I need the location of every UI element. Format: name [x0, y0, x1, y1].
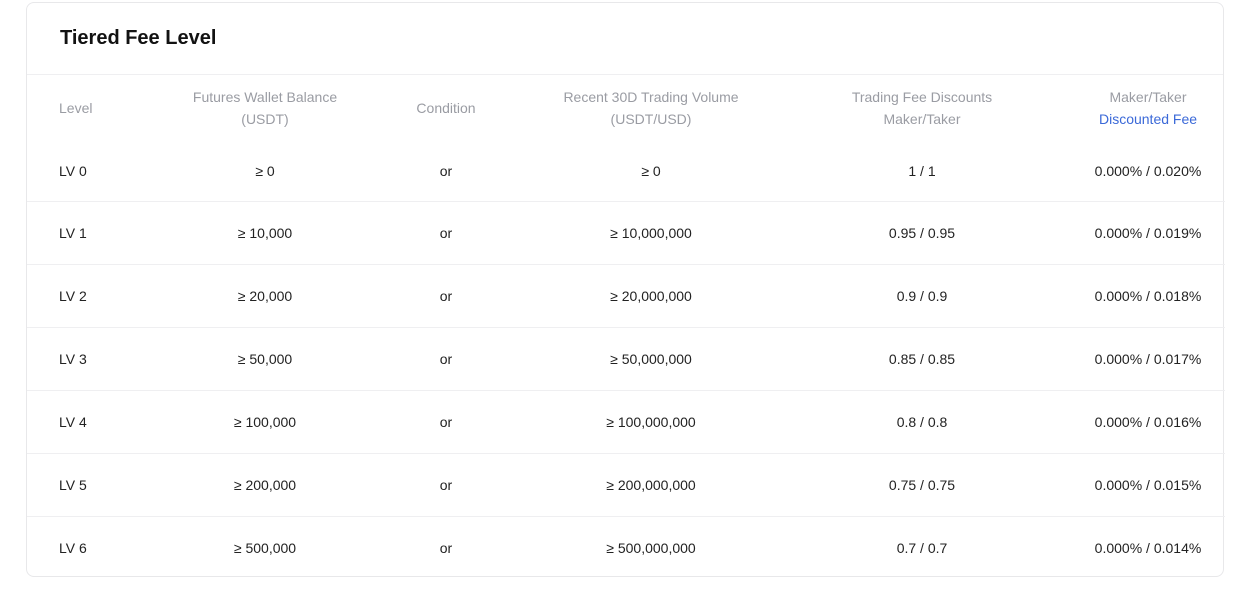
table-row: LV 1 ≥ 10,000 or ≥ 10,000,000 0.95 / 0.9…: [27, 201, 1225, 265]
header-condition: Condition: [363, 75, 529, 141]
cell-fee: 0.000% / 0.016%: [1071, 390, 1225, 454]
discounted-fee-link[interactable]: Discounted Fee: [1071, 108, 1225, 130]
header-row: Level Futures Wallet Balance (USDT) Cond…: [27, 75, 1225, 141]
cell-condition: or: [439, 540, 453, 556]
cell-condition: or: [363, 327, 529, 391]
cell-fee: 0.000% / 0.017%: [1071, 327, 1225, 391]
cell-condition: or: [363, 201, 529, 265]
cell-balance: ≥ 500,000: [233, 540, 297, 556]
cell-volume: ≥ 10,000,000: [529, 201, 773, 265]
cell-discount: 0.85 / 0.85: [773, 327, 1071, 391]
cell-discount: 0.9 / 0.9: [773, 264, 1071, 328]
cell-volume: ≥ 20,000,000: [529, 264, 773, 328]
header-discount-line2: Maker/Taker: [883, 111, 961, 127]
cell-balance: ≥ 50,000: [167, 327, 363, 391]
table-row: LV 5 ≥ 200,000 or ≥ 200,000,000 0.75 / 0…: [27, 453, 1225, 517]
cell-condition: or: [363, 141, 529, 202]
cell-volume: ≥ 0: [529, 141, 773, 202]
cell-condition: or: [363, 453, 529, 517]
cell-volume: ≥ 500,000,000: [606, 540, 696, 556]
cell-fee: 0.000% / 0.014%: [1094, 540, 1202, 556]
table-row: LV 3 ≥ 50,000 or ≥ 50,000,000 0.85 / 0.8…: [27, 327, 1225, 391]
header-volume: Recent 30D Trading Volume (USDT/USD): [529, 75, 773, 141]
cell-level: LV 2: [27, 264, 167, 328]
header-fee-line1: Maker/Taker: [1109, 89, 1187, 105]
fee-level-card: Tiered Fee Level Level Futures Wallet Ba…: [26, 2, 1225, 579]
cell-fee: 0.000% / 0.015%: [1071, 453, 1225, 517]
cell-level: LV 1: [27, 201, 167, 265]
header-level: Level: [27, 75, 167, 141]
cell-discount: 1 / 1: [773, 141, 1071, 202]
header-volume-line1: Recent 30D Trading Volume: [563, 89, 739, 105]
cell-fee: 0.000% / 0.020%: [1071, 141, 1225, 202]
cell-fee: 0.000% / 0.019%: [1071, 201, 1225, 265]
cell-level: LV 0: [27, 141, 167, 202]
header-balance-line2: (USDT): [241, 111, 289, 127]
header-discount: Trading Fee Discounts Maker/Taker: [773, 75, 1071, 141]
cell-condition: or: [363, 264, 529, 328]
cell-level: LV 6: [59, 540, 87, 556]
fee-table-body: LV 0 ≥ 0 or ≥ 0 1 / 1 0.000% / 0.020% LV…: [27, 141, 1225, 579]
cell-discount: 0.95 / 0.95: [773, 201, 1071, 265]
header-volume-line2: (USDT/USD): [610, 111, 692, 127]
header-level-label: Level: [59, 100, 93, 116]
header-balance-line1: Futures Wallet Balance: [192, 89, 338, 105]
cell-balance: ≥ 100,000: [167, 390, 363, 454]
cell-condition: or: [363, 390, 529, 454]
header-balance: Futures Wallet Balance (USDT): [167, 75, 363, 141]
table-row: LV 4 ≥ 100,000 or ≥ 100,000,000 0.8 / 0.…: [27, 390, 1225, 454]
cell-fee: 0.000% / 0.018%: [1071, 264, 1225, 328]
cell-level: LV 3: [27, 327, 167, 391]
fee-table-header: Level Futures Wallet Balance (USDT) Cond…: [27, 75, 1225, 141]
header-condition-label: Condition: [416, 100, 476, 116]
cell-level: LV 4: [27, 390, 167, 454]
cell-balance: ≥ 20,000: [167, 264, 363, 328]
cell-balance: ≥ 0: [167, 141, 363, 202]
cell-volume: ≥ 200,000,000: [529, 453, 773, 517]
cell-balance: ≥ 10,000: [167, 201, 363, 265]
cell-discount: 0.7 / 0.7: [896, 540, 948, 556]
table-row: LV 0 ≥ 0 or ≥ 0 1 / 1 0.000% / 0.020%: [27, 141, 1225, 202]
table-row: LV 2 ≥ 20,000 or ≥ 20,000,000 0.9 / 0.9 …: [27, 264, 1225, 328]
cell-level: LV 5: [27, 453, 167, 517]
cell-volume: ≥ 100,000,000: [529, 390, 773, 454]
cell-balance: ≥ 200,000: [167, 453, 363, 517]
cell-discount: 0.8 / 0.8: [773, 390, 1071, 454]
header-discount-line1: Trading Fee Discounts: [851, 89, 993, 105]
header-fee: Maker/Taker Discounted Fee: [1071, 75, 1225, 141]
table-row: LV 6 ≥ 500,000 or ≥ 500,000,000 0.7 / 0.…: [27, 517, 1225, 580]
cell-volume: ≥ 50,000,000: [529, 327, 773, 391]
fee-table: Level Futures Wallet Balance (USDT) Cond…: [27, 75, 1225, 579]
cell-discount: 0.75 / 0.75: [773, 453, 1071, 517]
card-title: Tiered Fee Level: [60, 27, 217, 49]
